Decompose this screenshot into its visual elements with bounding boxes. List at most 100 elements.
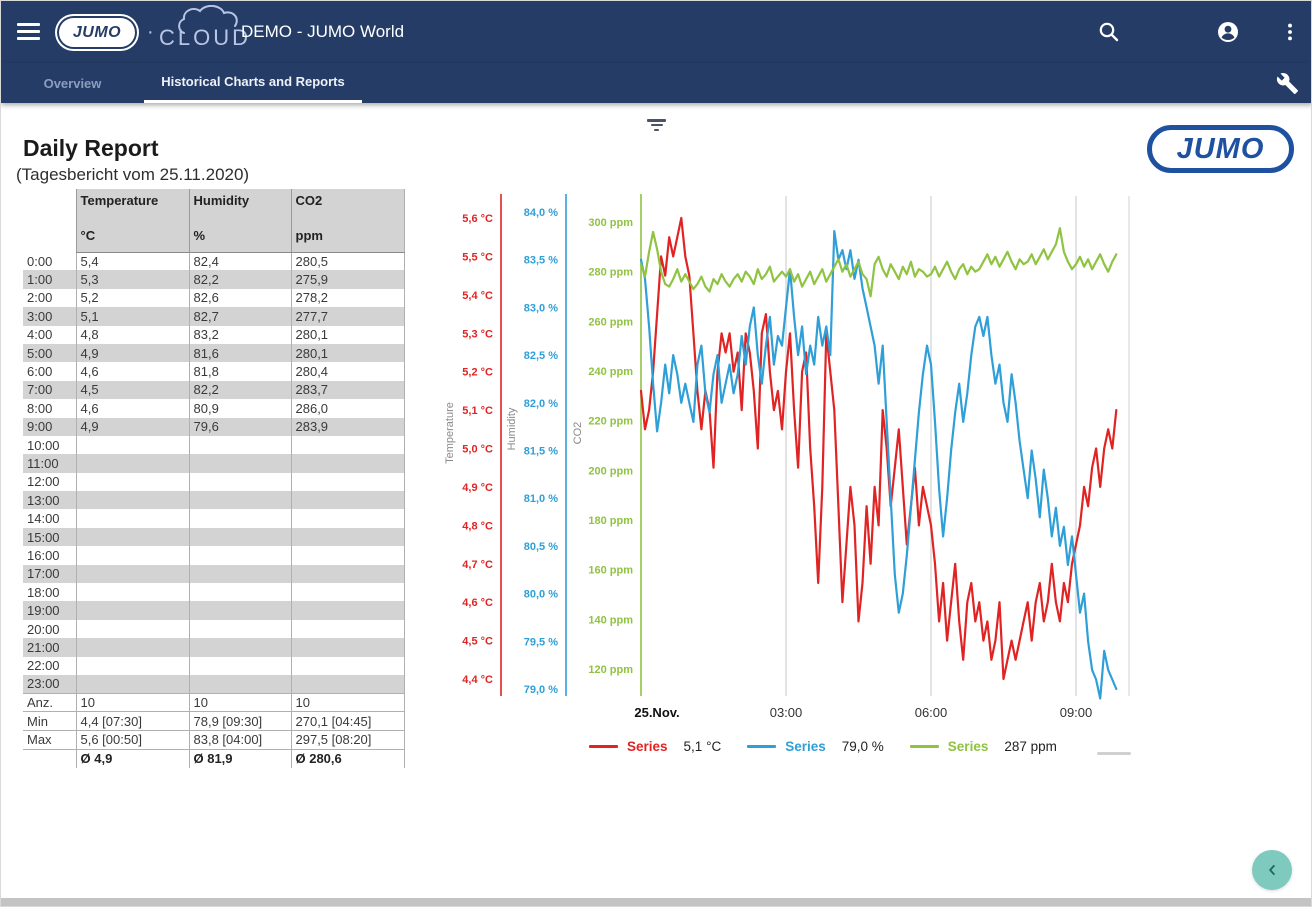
humidity-tick-label: 82,5 % bbox=[524, 350, 558, 362]
time-cell: 4:00 bbox=[23, 326, 76, 344]
value-cell bbox=[189, 454, 291, 472]
value-cell bbox=[76, 657, 189, 675]
history-chart: 5,6 °C5,5 °C5,4 °C5,3 °C5,2 °C5,1 °C5,0 … bbox=[441, 186, 1141, 761]
co2-series-line bbox=[641, 228, 1116, 296]
value-cell bbox=[76, 675, 189, 693]
humidity-tick-label: 82,0 % bbox=[524, 398, 558, 410]
time-cell: 1:00 bbox=[23, 270, 76, 288]
value-cell bbox=[291, 454, 404, 472]
summary-value-cell: 10 bbox=[189, 693, 291, 712]
tab-historical-charts-and-reports[interactable]: Historical Charts and Reports bbox=[144, 63, 362, 103]
value-cell: 283,9 bbox=[291, 418, 404, 436]
search-icon[interactable] bbox=[1097, 20, 1121, 44]
app-window: JUMO · CLOUD DEMO - JUMO World bbox=[0, 0, 1312, 907]
table-row: 1:005,382,2275,9 bbox=[23, 270, 404, 288]
value-cell bbox=[189, 546, 291, 564]
value-cell: 280,4 bbox=[291, 362, 404, 380]
tab-overview[interactable]: Overview bbox=[15, 63, 130, 103]
value-cell bbox=[76, 638, 189, 656]
collapse-panel-button[interactable] bbox=[1252, 850, 1292, 890]
filter-icon[interactable] bbox=[647, 119, 666, 132]
x-tick-label: 09:00 bbox=[1060, 705, 1093, 720]
summary-value-cell: Ø 280,6 bbox=[291, 749, 404, 768]
time-cell: 11:00 bbox=[23, 454, 76, 472]
temperature-axis-title: Temperature bbox=[444, 402, 456, 464]
temperature-tick-label: 4,9 °C bbox=[462, 482, 493, 494]
time-cell: 3:00 bbox=[23, 307, 76, 325]
value-cell bbox=[189, 565, 291, 583]
summary-label-cell: Max bbox=[23, 731, 76, 750]
cloud-logo-text: CLOUD bbox=[159, 25, 251, 51]
value-cell: 275,9 bbox=[291, 270, 404, 288]
value-cell bbox=[76, 528, 189, 546]
temperature-tick-label: 5,1 °C bbox=[462, 405, 493, 417]
value-cell: 80,9 bbox=[189, 399, 291, 417]
table-row: 16:00 bbox=[23, 546, 404, 564]
summary-value-cell: 270,1 [04:45] bbox=[291, 712, 404, 731]
humidity-tick-label: 80,5 % bbox=[524, 541, 558, 553]
value-cell bbox=[189, 473, 291, 491]
table-row: 0:005,482,4280,5 bbox=[23, 252, 404, 270]
value-cell: 4,8 bbox=[76, 326, 189, 344]
table-corner-cell bbox=[23, 189, 76, 252]
value-cell: 5,3 bbox=[76, 270, 189, 288]
chevron-left-icon bbox=[1263, 861, 1281, 879]
summary-value-cell: 83,8 [04:00] bbox=[189, 731, 291, 750]
time-cell: 22:00 bbox=[23, 657, 76, 675]
overflow-menu-icon[interactable] bbox=[1279, 20, 1301, 44]
value-cell bbox=[76, 436, 189, 454]
value-cell: 280,1 bbox=[291, 326, 404, 344]
table-row: 20:00 bbox=[23, 620, 404, 638]
value-cell bbox=[291, 473, 404, 491]
co2-tick-label: 140 ppm bbox=[588, 614, 633, 626]
summary-row: Min4,4 [07:30]78,9 [09:30]270,1 [04:45] bbox=[23, 712, 404, 731]
value-cell: 5,1 bbox=[76, 307, 189, 325]
value-cell: 277,7 bbox=[291, 307, 404, 325]
jumo-logo: JUMO bbox=[59, 18, 135, 47]
value-cell bbox=[189, 657, 291, 675]
value-cell: 82,2 bbox=[189, 270, 291, 288]
time-cell: 17:00 bbox=[23, 565, 76, 583]
temperature-tick-label: 5,5 °C bbox=[462, 251, 493, 263]
humidity-tick-label: 79,0 % bbox=[524, 684, 558, 696]
value-cell bbox=[189, 528, 291, 546]
summary-row: Max5,6 [00:50]83,8 [04:00]297,5 [08:20] bbox=[23, 731, 404, 750]
value-cell: 79,6 bbox=[189, 418, 291, 436]
value-cell bbox=[76, 565, 189, 583]
humidity-tick-label: 79,5 % bbox=[524, 636, 558, 648]
value-cell: 82,4 bbox=[189, 252, 291, 270]
co2-tick-label: 260 ppm bbox=[588, 316, 633, 328]
legend-item[interactable]: Series287 ppm bbox=[910, 739, 1057, 754]
brand-separator: · bbox=[147, 21, 154, 44]
summary-value-cell: 10 bbox=[291, 693, 404, 712]
value-cell bbox=[76, 509, 189, 527]
chart-series bbox=[641, 218, 1116, 699]
legend-item[interactable]: Series5,1 °C bbox=[589, 739, 721, 754]
time-cell: 18:00 bbox=[23, 583, 76, 601]
wrench-icon[interactable] bbox=[1276, 72, 1299, 95]
hamburger-menu-icon[interactable] bbox=[17, 23, 40, 40]
temperature-tick-label: 5,2 °C bbox=[462, 367, 493, 379]
account-icon[interactable] bbox=[1216, 20, 1240, 44]
x-tick-label: 25.Nov. bbox=[634, 705, 679, 720]
table-row: 12:00 bbox=[23, 473, 404, 491]
time-cell: 13:00 bbox=[23, 491, 76, 509]
value-cell bbox=[291, 491, 404, 509]
co2-tick-label: 180 ppm bbox=[588, 515, 633, 527]
value-cell bbox=[189, 583, 291, 601]
table-row: 19:00 bbox=[23, 601, 404, 619]
value-cell: 5,2 bbox=[76, 289, 189, 307]
value-cell: 5,4 bbox=[76, 252, 189, 270]
legend-series-label: Series bbox=[627, 739, 668, 754]
summary-label-cell: Min bbox=[23, 712, 76, 731]
humidity-tick-label: 83,0 % bbox=[524, 302, 558, 314]
x-tick-label: 06:00 bbox=[915, 705, 948, 720]
value-cell: 83,2 bbox=[189, 326, 291, 344]
column-header: Humidity% bbox=[189, 189, 291, 252]
jumo-logo-text: JUMO bbox=[73, 24, 121, 42]
chart-scrollbar-thumb[interactable] bbox=[1097, 752, 1131, 755]
value-cell bbox=[76, 454, 189, 472]
legend-item[interactable]: Series79,0 % bbox=[747, 739, 884, 754]
table-row: 6:004,681,8280,4 bbox=[23, 362, 404, 380]
x-tick-label: 03:00 bbox=[770, 705, 803, 720]
